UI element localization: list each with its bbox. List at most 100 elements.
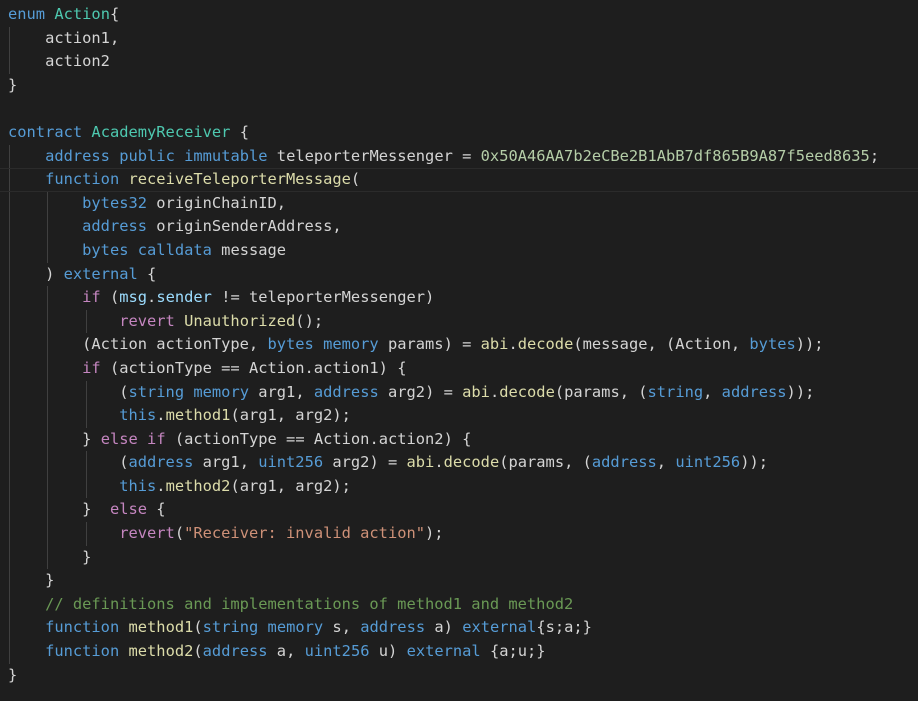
code-editor[interactable]: enum Action{ action1, action2} contract … <box>0 0 918 701</box>
indent-guide <box>47 356 48 381</box>
indent-guide <box>47 427 48 452</box>
code-line[interactable]: } else { <box>0 498 918 523</box>
indent-guide <box>47 309 48 334</box>
code-line[interactable]: ) external { <box>0 262 918 287</box>
code-line[interactable]: this.method2(arg1, arg2); <box>0 474 918 499</box>
code-token-func: abi <box>406 453 435 472</box>
code-line[interactable]: address public immutable teleporterMesse… <box>0 144 918 169</box>
code-token-type: Action <box>54 5 110 23</box>
code-token-keyword: function <box>45 618 120 637</box>
code-token-text: . <box>156 476 166 495</box>
code-token-number: 0x50A46AA7b2eCBe2B1AbB7df865B9A87f5eed86… <box>480 146 870 165</box>
code-token-text: { <box>137 264 157 283</box>
code-token-keyword: address <box>313 382 379 401</box>
indent-guide <box>86 474 87 499</box>
code-token-text: } <box>82 429 101 448</box>
indent-guide <box>9 50 10 74</box>
code-token-control: revert <box>119 524 175 543</box>
code-token-keyword: address <box>128 453 194 472</box>
code-token-text: } <box>82 547 92 566</box>
code-line[interactable]: this.method1(arg1, arg2); <box>0 404 918 428</box>
indent-guide <box>9 474 10 499</box>
empty-line <box>8 99 17 117</box>
code-line[interactable]: revert Unauthorized(); <box>0 309 918 334</box>
code-token-text: ( <box>350 170 361 189</box>
indent-guide <box>47 522 48 546</box>
code-token-keyword: memory <box>323 335 379 354</box>
indent-guide <box>86 404 87 428</box>
code-line[interactable]: contract AcademyReceiver { <box>0 121 918 145</box>
code-token-keyword: address <box>591 453 657 472</box>
indent-guide <box>47 191 48 216</box>
code-token-text: message <box>211 240 287 259</box>
code-token-text: ; <box>869 146 880 165</box>
code-line[interactable]: bytes calldata message <box>0 238 918 263</box>
indent-guide <box>47 238 48 263</box>
indent-guide <box>9 215 10 239</box>
code-line[interactable]: if (msg.sender != teleporterMessenger) <box>0 286 918 310</box>
code-line[interactable]: (address arg1, uint256 arg2) = abi.decod… <box>0 451 918 475</box>
code-line[interactable]: enum Action{ <box>0 3 918 27</box>
code-token-keyword: contract <box>8 122 83 141</box>
code-line[interactable]: bytes32 originChainID, <box>0 191 918 216</box>
code-line[interactable]: function receiveTeleporterMessage( <box>0 168 918 192</box>
code-token-keyword: memory <box>193 382 249 401</box>
indent-guide <box>9 309 10 334</box>
indent-guide <box>47 404 48 428</box>
code-token-func: decode <box>443 453 500 472</box>
code-token-text: } <box>82 500 110 519</box>
code-token-text: (actionType == Action.action2) { <box>165 429 472 448</box>
code-line[interactable]: function method1(string memory s, addres… <box>0 616 918 641</box>
code-line[interactable]: } <box>0 569 918 593</box>
code-line[interactable]: revert("Receiver: invalid action"); <box>0 522 918 546</box>
indent-guide <box>9 144 10 169</box>
code-line[interactable]: // definitions and implementations of me… <box>0 592 918 617</box>
code-token-func: decode <box>499 382 555 401</box>
code-line[interactable]: } <box>0 545 918 570</box>
code-token-keyword: bytes32 <box>82 193 148 212</box>
indent-guide <box>47 380 48 405</box>
code-line[interactable]: if (actionType == Action.action1) { <box>0 356 918 381</box>
code-token-text: != teleporterMessenger) <box>211 288 435 307</box>
indent-guide <box>47 474 48 499</box>
indent-guide <box>9 238 10 263</box>
code-line[interactable]: } else if (actionType == Action.action2)… <box>0 427 918 452</box>
code-line[interactable]: } <box>0 74 918 98</box>
code-line[interactable]: action1, <box>0 26 918 51</box>
indent-guide <box>9 191 10 216</box>
indent-guide <box>86 309 87 334</box>
code-line[interactable] <box>0 97 918 121</box>
code-token-text: a, <box>267 642 305 661</box>
code-token-text: ( <box>100 288 120 307</box>
code-line[interactable]: function method2(address a, uint256 u) e… <box>0 640 918 664</box>
code-token-text: arg1, <box>248 382 314 401</box>
code-token-text: originChainID, <box>147 193 287 212</box>
code-token-keyword: address <box>721 382 787 401</box>
code-line[interactable]: address originSenderAddress, <box>0 215 918 239</box>
code-token-keyword: string <box>647 382 704 401</box>
code-token-text: (arg1, arg2); <box>230 476 351 495</box>
code-line[interactable]: (string memory arg1, address arg2) = abi… <box>0 380 918 405</box>
code-line[interactable]: action2 <box>0 50 918 74</box>
code-token-func: method2 <box>128 642 194 661</box>
code-token-text: action1, <box>45 28 120 47</box>
code-token-keyword: address <box>202 642 268 661</box>
indent-guide <box>86 522 87 546</box>
code-token-text: ( <box>193 618 203 637</box>
code-line[interactable]: } <box>0 664 918 688</box>
code-token-keyword: external <box>406 642 481 661</box>
code-line[interactable]: (Action actionType, bytes memory params)… <box>0 333 918 357</box>
code-token-keyword: enum <box>8 5 46 23</box>
code-token-keyword: immutable <box>184 146 268 165</box>
code-token-text: } <box>8 75 18 94</box>
code-token-text: )); <box>740 453 768 472</box>
